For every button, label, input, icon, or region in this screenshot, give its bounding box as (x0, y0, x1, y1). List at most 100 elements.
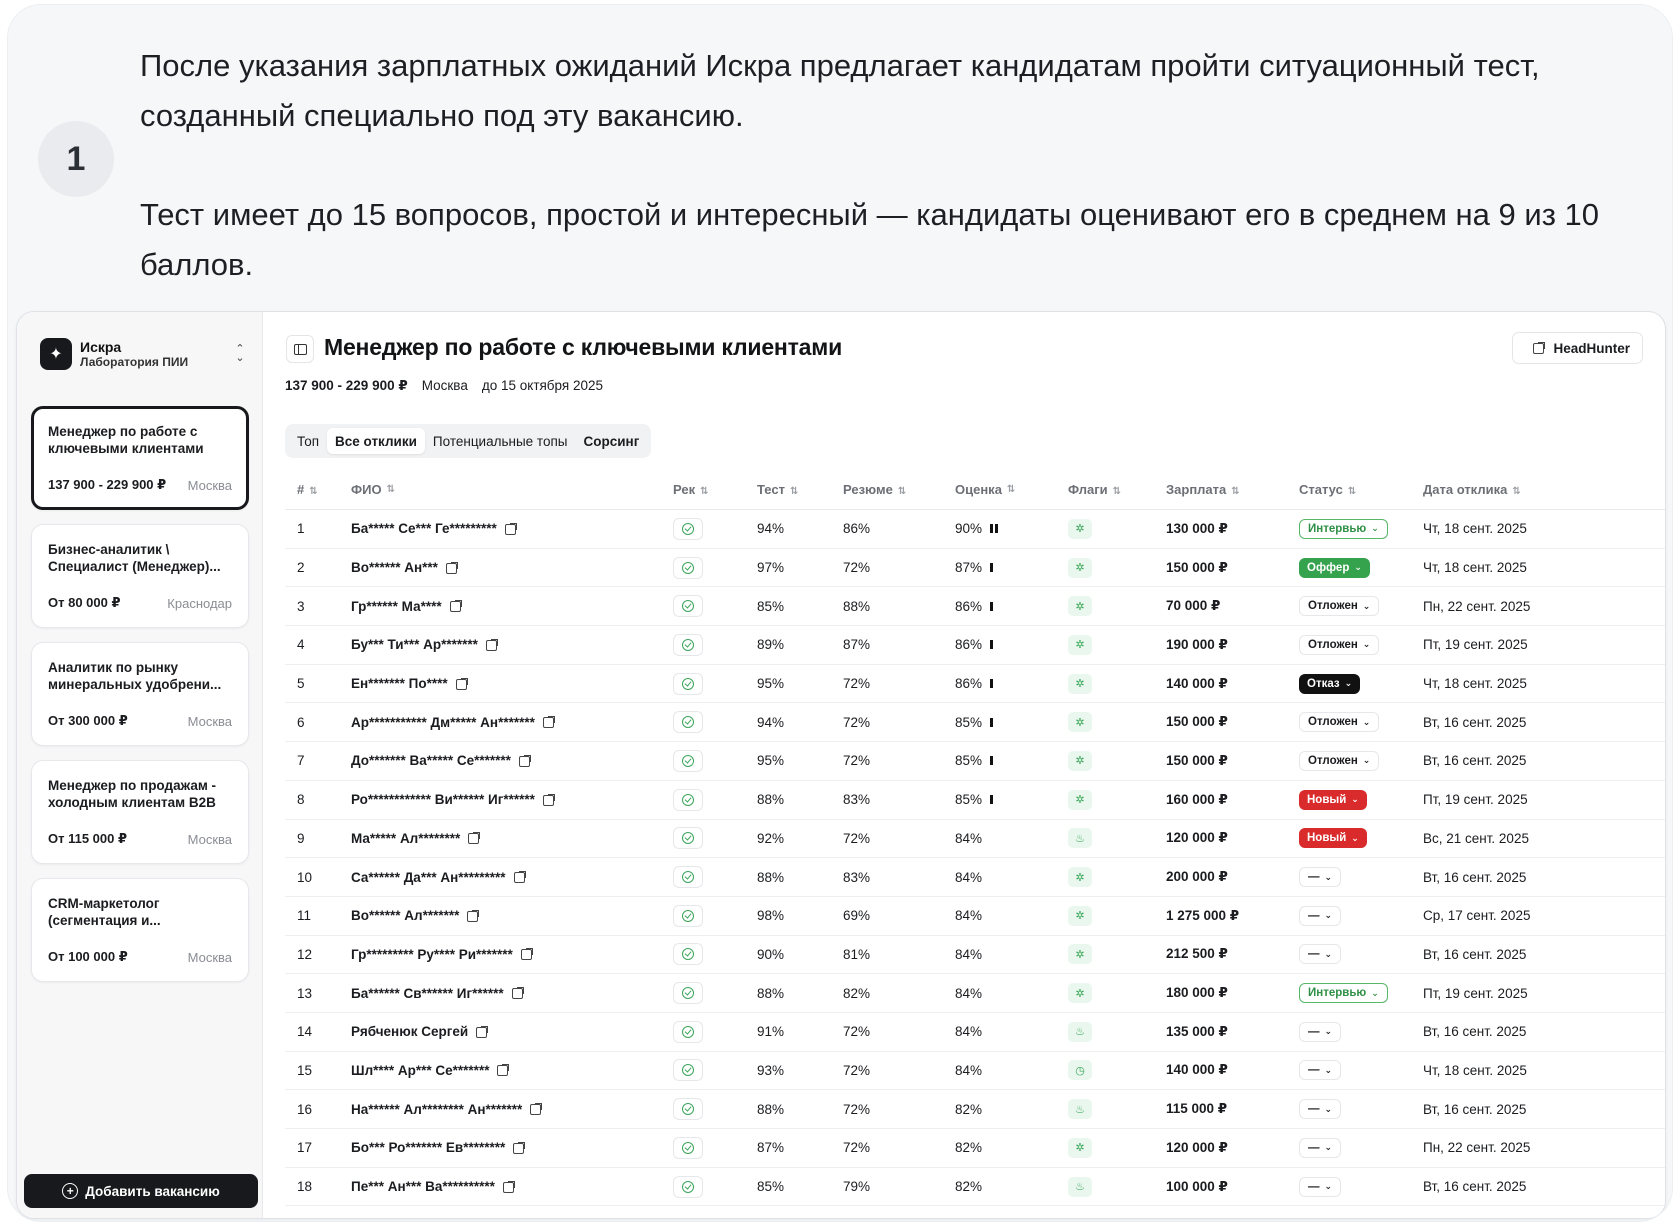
sparkle-icon[interactable]: ✲ (1068, 905, 1092, 926)
col-resume[interactable]: Резюме ⇅ (843, 482, 955, 497)
table-row[interactable]: 9 Ма***** Ал******** 92% 72% 84% ♨ 120 000 ₽ Но… (285, 820, 1665, 859)
status-badge[interactable]: Оффер ⌄ (1299, 557, 1370, 578)
sparkle-icon[interactable]: ✲ (1068, 944, 1092, 965)
status-badge[interactable]: — ⌄ (1299, 1060, 1342, 1081)
table-row[interactable]: 15 Шл**** Ар*** Се******* 93% 72% 84% ◷ 140 00… (285, 1052, 1665, 1091)
check-circle-icon[interactable] (673, 633, 703, 656)
sparkle-icon[interactable]: ✲ (1068, 518, 1092, 539)
vacancy-card[interactable]: Бизнес-аналитик \ Специалист (Менеджер).… (31, 524, 249, 628)
external-link-icon[interactable] (542, 793, 555, 806)
status-badge[interactable]: — ⌄ (1299, 944, 1342, 965)
table-row[interactable]: 10 Са****** Да*** Ан********* 88% 83% 84% ✲ 20… (285, 858, 1665, 897)
status-badge[interactable]: — ⌄ (1299, 1176, 1342, 1197)
check-circle-icon[interactable] (673, 1020, 703, 1043)
vacancy-card[interactable]: CRM-маркетолог (сегментация и... От 100 0… (31, 878, 249, 982)
table-row[interactable]: 8 Ро************ Ви****** Иг****** 88% 83% 8… (285, 781, 1665, 820)
check-circle-icon[interactable] (673, 943, 703, 966)
candidate-name[interactable]: Во****** Ал******* (351, 908, 673, 923)
fire-icon[interactable]: ♨ (1068, 1021, 1092, 1042)
col-fio[interactable]: ФИО ⇅ (351, 482, 673, 497)
check-circle-icon[interactable] (673, 556, 703, 579)
sparkle-icon[interactable]: ✲ (1068, 557, 1092, 578)
fire-icon[interactable]: ♨ (1068, 828, 1092, 849)
table-row[interactable]: 1 Ба***** Се*** Ге********* 94% 86% 90% ✲ 130 … (285, 510, 1665, 549)
candidate-name[interactable]: Ба****** Св****** Иг****** (351, 986, 673, 1001)
check-circle-icon[interactable] (673, 672, 703, 695)
vacancy-card[interactable]: Менеджер по продажам - холодным клиентам… (31, 760, 249, 864)
candidate-name[interactable]: Ма***** Ал******** (351, 831, 673, 846)
external-link-icon[interactable] (513, 1141, 526, 1154)
check-circle-icon[interactable] (673, 711, 703, 734)
external-link-icon[interactable] (518, 754, 531, 767)
status-badge[interactable]: Отложен ⌄ (1299, 634, 1380, 655)
status-badge[interactable]: Отказ ⌄ (1299, 673, 1361, 694)
candidate-name[interactable]: Бу*** Ти*** Ар******* (351, 637, 673, 652)
add-vacancy-button[interactable]: + Добавить вакансию (24, 1174, 258, 1208)
status-badge[interactable]: Отложен ⌄ (1299, 750, 1380, 771)
check-circle-icon[interactable] (673, 1059, 703, 1082)
external-link-icon[interactable] (542, 716, 555, 729)
table-row[interactable]: 6 Ар*********** Дм***** Ан******* 94% 72% 85… (285, 703, 1665, 743)
fire-icon[interactable]: ♨ (1068, 1099, 1092, 1120)
table-row[interactable]: 18 Пе*** Ан*** Ва********** 85% 79% 82% ♨ 100 … (285, 1168, 1665, 1207)
sparkle-icon[interactable]: ✲ (1068, 712, 1092, 733)
table-row[interactable]: 16 На****** Ал******** Ан******* 88% 72% 82%… (285, 1090, 1665, 1129)
col-salary[interactable]: Зарплата ⇅ (1166, 482, 1299, 497)
sparkle-icon[interactable]: ✲ (1068, 634, 1092, 655)
sparkle-icon[interactable]: ✲ (1068, 789, 1092, 810)
external-link-icon[interactable] (449, 600, 462, 613)
status-badge[interactable]: Интервью ⌄ (1299, 983, 1388, 1004)
external-link-icon[interactable] (497, 1064, 510, 1077)
external-link-icon[interactable] (485, 638, 498, 651)
candidate-name[interactable]: Шл**** Ар*** Се******* (351, 1063, 673, 1078)
external-link-icon[interactable] (476, 1025, 489, 1038)
check-circle-icon[interactable] (673, 1136, 703, 1159)
headhunter-button[interactable]: HeadHunter (1512, 332, 1643, 364)
status-badge[interactable]: — ⌄ (1299, 1021, 1342, 1042)
status-badge[interactable]: Интервью ⌄ (1299, 518, 1388, 539)
status-badge[interactable]: — ⌄ (1299, 1137, 1342, 1158)
candidate-name[interactable]: До******* Ва***** Се******* (351, 753, 673, 768)
col-date[interactable]: Дата отклика ⇅ (1423, 482, 1583, 497)
candidate-name[interactable]: Гр********* Ру**** Ри******* (351, 947, 673, 962)
tab-all-responses[interactable]: Все отклики (327, 428, 425, 454)
check-circle-icon[interactable] (673, 1175, 703, 1198)
table-row[interactable]: 5 Ен******* По**** 95% 72% 86% ✲ 140 000 ₽ Отка… (285, 665, 1665, 704)
candidate-name[interactable]: Во****** Ан*** (351, 560, 673, 575)
table-row[interactable]: 13 Ба****** Св****** Иг****** 88% 82% 84% ✲ 18… (285, 974, 1665, 1013)
col-number[interactable]: # ⇅ (285, 482, 351, 497)
candidate-name[interactable]: Гр****** Ма**** (351, 599, 673, 614)
sidebar-toggle-icon[interactable] (286, 335, 314, 363)
candidate-name[interactable]: Са****** Да*** Ан********* (351, 870, 673, 885)
table-row[interactable]: 17 Бо*** Ро******* Ев******** 87% 72% 82% ✲ 12… (285, 1129, 1665, 1168)
candidate-name[interactable]: Рябченюк Сергей (351, 1024, 673, 1039)
table-row[interactable]: 14 Рябченюк Сергей 91% 72% 84% ♨ 135 000 ₽ — ⌄ Вт… (285, 1013, 1665, 1052)
chevron-up-down-icon[interactable]: ⌃ ⌄ (234, 344, 246, 364)
candidate-name[interactable]: Ба***** Се*** Ге********* (351, 521, 673, 536)
check-circle-icon[interactable] (673, 595, 703, 618)
sparkle-icon[interactable]: ✲ (1068, 673, 1092, 694)
col-score[interactable]: Оценка ⇅ (955, 482, 1068, 497)
external-link-icon[interactable] (455, 677, 468, 690)
status-badge[interactable]: — ⌄ (1299, 867, 1342, 888)
table-row[interactable]: 12 Гр********* Ру**** Ри******* 90% 81% 84% ✲… (285, 936, 1665, 975)
sparkle-icon[interactable]: ✲ (1068, 750, 1092, 771)
col-rek[interactable]: Рек ⇅ (673, 482, 757, 497)
col-test[interactable]: Тест ⇅ (757, 482, 843, 497)
org-switcher[interactable]: ✦ Искра Лаборатория ПИИ ⌃ ⌄ (40, 337, 246, 371)
candidate-name[interactable]: Бо*** Ро******* Ев******** (351, 1140, 673, 1155)
external-link-icon[interactable] (513, 871, 526, 884)
status-badge[interactable]: Отложен ⌄ (1299, 712, 1380, 733)
table-row[interactable]: 3 Гр****** Ма**** 85% 88% 86% ✲ 70 000 ₽ Отложе… (285, 587, 1665, 627)
candidate-name[interactable]: Пе*** Ан*** Ва********** (351, 1179, 673, 1194)
check-circle-icon[interactable] (673, 827, 703, 850)
check-circle-icon[interactable] (673, 866, 703, 889)
sparkle-icon[interactable]: ✲ (1068, 596, 1092, 617)
vacancy-card[interactable]: Аналитик по рынку минеральных удобрени..… (31, 642, 249, 746)
external-link-icon[interactable] (511, 987, 524, 1000)
check-circle-icon[interactable] (673, 904, 703, 927)
status-badge[interactable]: Отложен ⌄ (1299, 596, 1380, 617)
check-circle-icon[interactable] (673, 517, 703, 540)
table-row[interactable]: 2 Во****** Ан*** 97% 72% 87% ✲ 150 000 ₽ Оффер ⌄… (285, 549, 1665, 588)
status-badge[interactable]: Новый ⌄ (1299, 789, 1367, 810)
